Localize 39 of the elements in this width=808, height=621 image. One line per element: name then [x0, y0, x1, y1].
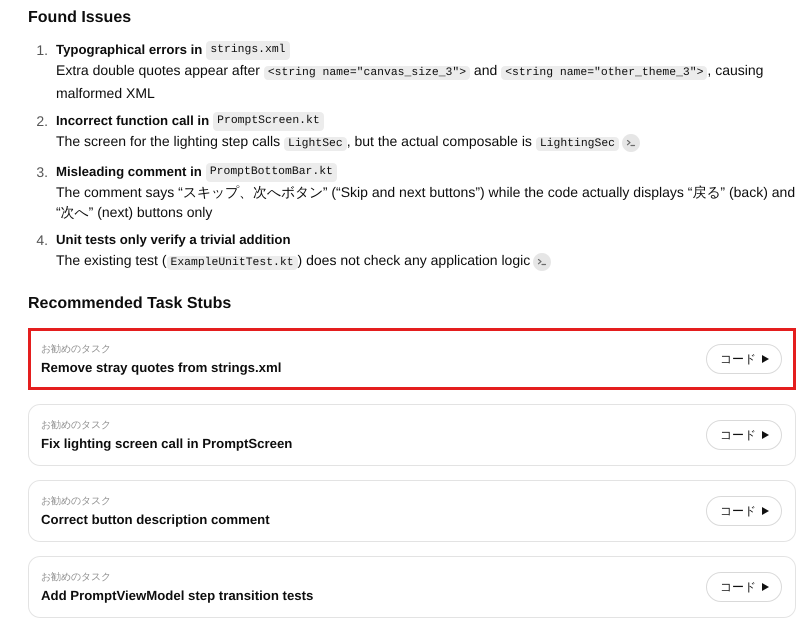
caret-icon — [762, 355, 769, 363]
list-number: 1. — [35, 41, 48, 60]
issue-title: Misleading comment in — [56, 163, 202, 181]
code-button[interactable]: コード — [706, 496, 782, 526]
issue-description: Extra double quotes appear after <string name="canvas_size_3"> and <string name="other_theme_3"> , causing malformed XML — [56, 61, 764, 103]
task-label: お勧めのタスク — [41, 570, 111, 584]
task-title: Add PromptViewModel step transition tests — [41, 586, 314, 605]
issue-title: Unit tests only verify a trivial addition — [56, 231, 290, 249]
task-title: Correct button description comment — [41, 510, 270, 529]
task-label: お勧めのタスク — [41, 342, 111, 356]
list-number: 3. — [35, 163, 48, 182]
file-name-code: PromptScreen.kt — [213, 112, 324, 130]
task-title: Fix lighting screen call in PromptScreen — [41, 434, 292, 453]
task-card[interactable]: お勧めのタスク Correct button description comment コード — [28, 480, 796, 542]
issue-title: Typographical errors in — [56, 41, 202, 59]
section-heading: Found Issues — [28, 8, 132, 28]
code-button[interactable]: コード — [706, 344, 782, 374]
issue-description: The comment says “スキップ、次へボタン” (“Skip and next buttons”) while the code actually displays “戻る” (back) and “次へ” (next) buttons only — [56, 183, 796, 222]
file-name-code: PromptBottomBar.kt — [206, 162, 337, 182]
task-card[interactable]: お勧めのタスク Remove stray quotes from strings.xml コード — [28, 328, 796, 390]
terminal-icon[interactable] — [622, 134, 640, 152]
list-number: 2. — [35, 112, 48, 131]
caret-icon — [762, 507, 769, 515]
caret-icon — [762, 583, 769, 591]
list-number: 4. — [35, 231, 48, 250]
issue-title: Incorrect function call in — [56, 112, 210, 130]
terminal-icon[interactable] — [533, 252, 552, 270]
issue-description: The screen for the lighting step calls LightSec , but the actual composable is LightingSec — [56, 131, 620, 154]
task-card[interactable]: お勧めのタスク Fix lighting screen call in PromptScreen コード — [28, 404, 796, 466]
task-label: お勧めのタスク — [41, 494, 111, 508]
task-card[interactable]: お勧めのタスク Add PromptViewModel step transition tests コード — [28, 556, 796, 618]
section-heading: Recommended Task Stubs — [28, 294, 232, 314]
caret-icon — [762, 431, 769, 439]
code-button[interactable]: コード — [706, 420, 782, 450]
task-label: お勧めのタスク — [41, 418, 111, 432]
task-title: Remove stray quotes from strings.xml — [41, 358, 282, 377]
issue-description: The existing test ( ExampleUnitTest.kt ) does not check any application logic — [56, 251, 530, 272]
file-name-code: strings.xml — [206, 40, 290, 60]
code-button[interactable]: コード — [706, 572, 782, 602]
